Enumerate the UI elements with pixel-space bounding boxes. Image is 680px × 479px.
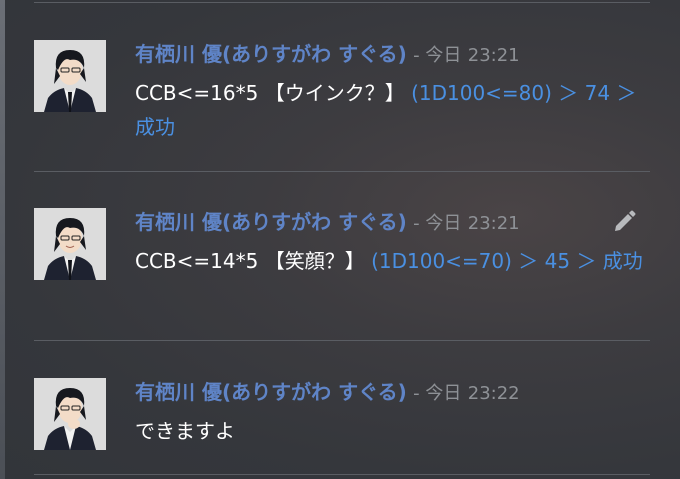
- message-header: 有栖川 優(ありすがわ すぐる) - 今日 23:21: [135, 209, 520, 237]
- message-header: 有栖川 優(ありすがわ すぐる) - 今日 23:21: [135, 41, 520, 69]
- message-header: 有栖川 優(ありすがわ すぐる) - 今日 23:22: [135, 379, 520, 407]
- pencil-icon[interactable]: [610, 208, 638, 236]
- dice-command: CCB<=14*5 【笑顔？】: [135, 249, 365, 273]
- message-body: CCB<=16*5 【ウインク？】 (1D100<=80) ＞ 74 ＞ 成功: [135, 76, 645, 144]
- chat-message: 有栖川 優(ありすがわ すぐる) - 今日 23:21 CCB<=14*5 【笑…: [34, 208, 654, 338]
- dice-result: (1D100<=70) ＞ 45 ＞ 成功: [371, 249, 643, 273]
- author-name[interactable]: 有栖川 優(ありすがわ すぐる): [135, 210, 407, 234]
- avatar[interactable]: [34, 208, 106, 280]
- dice-command: CCB<=16*5 【ウインク？】: [135, 81, 405, 105]
- avatar[interactable]: [34, 378, 106, 450]
- chat-message: 有栖川 優(ありすがわ すぐる) - 今日 23:21 CCB<=16*5 【ウ…: [34, 40, 654, 170]
- message-divider: [34, 340, 650, 341]
- sidebar-edge: [0, 0, 5, 479]
- author-name[interactable]: 有栖川 優(ありすがわ すぐる): [135, 42, 407, 66]
- date-label: - 今日: [413, 45, 462, 66]
- date-label: - 今日: [413, 213, 462, 234]
- avatar[interactable]: [34, 40, 106, 112]
- message-text: できますよ: [135, 419, 235, 443]
- chat-message: 有栖川 優(ありすがわ すぐる) - 今日 23:22 できますよ: [34, 378, 654, 468]
- message-divider: [34, 2, 650, 3]
- message-divider: [34, 171, 650, 172]
- message-divider: [34, 474, 650, 475]
- timestamp: 23:21: [467, 213, 520, 234]
- author-name[interactable]: 有栖川 優(ありすがわ すぐる): [135, 380, 407, 404]
- message-body: できますよ: [135, 414, 645, 448]
- date-label: - 今日: [413, 383, 462, 404]
- message-body: CCB<=14*5 【笑顔？】 (1D100<=70) ＞ 45 ＞ 成功: [135, 244, 645, 278]
- timestamp: 23:21: [467, 45, 520, 66]
- timestamp: 23:22: [467, 383, 520, 404]
